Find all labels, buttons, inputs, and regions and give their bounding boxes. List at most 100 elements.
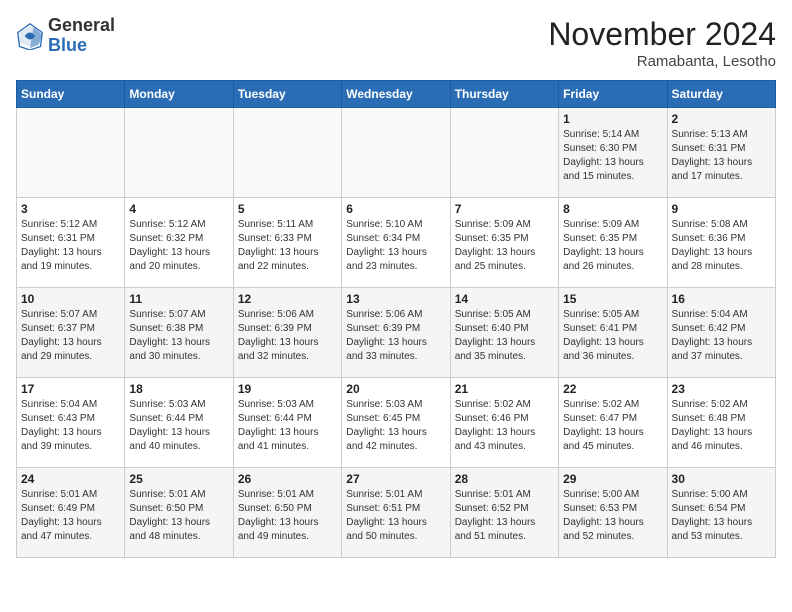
calendar-week-row: 10 Sunrise: 5:07 AM Sunset: 6:37 PM Dayli… [17,288,776,378]
day-number: 25 [129,472,228,486]
day-detail: Sunrise: 5:01 AM Sunset: 6:51 PM Dayligh… [346,488,445,544]
day-number: 5 [238,202,337,216]
calendar-cell: 11 Sunrise: 5:07 AM Sunset: 6:38 PM Dayli… [125,288,233,378]
day-detail: Sunrise: 5:08 AM Sunset: 6:36 PM Dayligh… [672,218,771,274]
day-number: 19 [238,382,337,396]
calendar-cell: 13 Sunrise: 5:06 AM Sunset: 6:39 PM Dayli… [342,288,450,378]
calendar-cell: 8 Sunrise: 5:09 AM Sunset: 6:35 PM Daylig… [559,198,667,288]
logo-icon [16,22,44,50]
calendar-cell [233,108,341,198]
day-detail: Sunrise: 5:06 AM Sunset: 6:39 PM Dayligh… [346,308,445,364]
day-number: 7 [455,202,554,216]
day-number: 2 [672,112,771,126]
calendar-cell: 20Sunrise: 5:03 AM Sunset: 6:45 PM Dayli… [342,378,450,468]
day-number: 30 [672,472,771,486]
calendar-cell: 10 Sunrise: 5:07 AM Sunset: 6:37 PM Dayli… [17,288,125,378]
calendar-table: SundayMondayTuesdayWednesdayThursdayFrid… [16,80,776,558]
calendar-cell [125,108,233,198]
calendar-cell [17,108,125,198]
calendar-cell: 22 Sunrise: 5:02 AM Sunset: 6:47 PM Dayli… [559,378,667,468]
day-header-friday: Friday [559,81,667,108]
calendar-cell: 5Sunrise: 5:11 AM Sunset: 6:33 PM Daylig… [233,198,341,288]
day-detail: Sunrise: 5:01 AM Sunset: 6:50 PM Dayligh… [129,488,228,544]
day-number: 11 [129,292,228,306]
calendar-cell: 2 Sunrise: 5:13 AM Sunset: 6:31 PM Daylig… [667,108,775,198]
day-detail: Sunrise: 5:00 AM Sunset: 6:53 PM Dayligh… [563,488,662,544]
day-number: 27 [346,472,445,486]
calendar-cell: 6 Sunrise: 5:10 AM Sunset: 6:34 PM Daylig… [342,198,450,288]
day-number: 13 [346,292,445,306]
calendar-cell: 1 Sunrise: 5:14 AM Sunset: 6:30 PM Daylig… [559,108,667,198]
calendar-cell: 18 Sunrise: 5:03 AM Sunset: 6:44 PM Dayli… [125,378,233,468]
day-detail: Sunrise: 5:03 AM Sunset: 6:44 PM Dayligh… [129,398,228,454]
calendar-cell: 4 Sunrise: 5:12 AM Sunset: 6:32 PM Daylig… [125,198,233,288]
day-detail: Sunrise: 5:00 AM Sunset: 6:54 PM Dayligh… [672,488,771,544]
calendar-cell: 7 Sunrise: 5:09 AM Sunset: 6:35 PM Daylig… [450,198,558,288]
calendar-week-row: 17 Sunrise: 5:04 AM Sunset: 6:43 PM Dayli… [17,378,776,468]
day-detail: Sunrise: 5:04 AM Sunset: 6:43 PM Dayligh… [21,398,120,454]
calendar-cell: 15Sunrise: 5:05 AM Sunset: 6:41 PM Dayli… [559,288,667,378]
day-detail: Sunrise: 5:09 AM Sunset: 6:35 PM Dayligh… [563,218,662,274]
day-header-saturday: Saturday [667,81,775,108]
calendar-cell: 16Sunrise: 5:04 AM Sunset: 6:42 PM Dayli… [667,288,775,378]
calendar-cell: 12Sunrise: 5:06 AM Sunset: 6:39 PM Dayli… [233,288,341,378]
calendar-cell: 27 Sunrise: 5:01 AM Sunset: 6:51 PM Dayli… [342,468,450,558]
day-detail: Sunrise: 5:03 AM Sunset: 6:45 PM Dayligh… [346,398,445,454]
day-detail: Sunrise: 5:01 AM Sunset: 6:49 PM Dayligh… [21,488,120,544]
day-number: 23 [672,382,771,396]
location: Ramabanta, Lesotho [548,53,776,70]
day-detail: Sunrise: 5:03 AM Sunset: 6:44 PM Dayligh… [238,398,337,454]
day-number: 24 [21,472,120,486]
day-number: 6 [346,202,445,216]
day-detail: Sunrise: 5:13 AM Sunset: 6:31 PM Dayligh… [672,128,771,184]
day-detail: Sunrise: 5:05 AM Sunset: 6:40 PM Dayligh… [455,308,554,364]
calendar-cell: 9Sunrise: 5:08 AM Sunset: 6:36 PM Daylig… [667,198,775,288]
day-detail: Sunrise: 5:02 AM Sunset: 6:47 PM Dayligh… [563,398,662,454]
day-number: 26 [238,472,337,486]
day-number: 22 [563,382,662,396]
month-title: November 2024 [548,16,776,53]
day-detail: Sunrise: 5:02 AM Sunset: 6:48 PM Dayligh… [672,398,771,454]
calendar-cell: 28 Sunrise: 5:01 AM Sunset: 6:52 PM Dayli… [450,468,558,558]
logo: General Blue [16,16,115,56]
day-detail: Sunrise: 5:09 AM Sunset: 6:35 PM Dayligh… [455,218,554,274]
calendar-cell: 30 Sunrise: 5:00 AM Sunset: 6:54 PM Dayli… [667,468,775,558]
day-detail: Sunrise: 5:10 AM Sunset: 6:34 PM Dayligh… [346,218,445,274]
day-number: 18 [129,382,228,396]
day-number: 17 [21,382,120,396]
calendar-cell: 3Sunrise: 5:12 AM Sunset: 6:31 PM Daylig… [17,198,125,288]
logo-text: General Blue [48,16,115,56]
day-detail: Sunrise: 5:05 AM Sunset: 6:41 PM Dayligh… [563,308,662,364]
title-section: November 2024 Ramabanta, Lesotho [548,16,776,70]
calendar-cell [450,108,558,198]
day-number: 28 [455,472,554,486]
day-header-monday: Monday [125,81,233,108]
day-header-thursday: Thursday [450,81,558,108]
calendar-cell: 17 Sunrise: 5:04 AM Sunset: 6:43 PM Dayli… [17,378,125,468]
calendar-cell: 14Sunrise: 5:05 AM Sunset: 6:40 PM Dayli… [450,288,558,378]
calendar-cell: 26 Sunrise: 5:01 AM Sunset: 6:50 PM Dayli… [233,468,341,558]
day-number: 12 [238,292,337,306]
day-detail: Sunrise: 5:07 AM Sunset: 6:37 PM Dayligh… [21,308,120,364]
page-header: General Blue November 2024 Ramabanta, Le… [16,16,776,70]
calendar-cell: 21Sunrise: 5:02 AM Sunset: 6:46 PM Dayli… [450,378,558,468]
calendar-cell: 29 Sunrise: 5:00 AM Sunset: 6:53 PM Dayli… [559,468,667,558]
day-header-tuesday: Tuesday [233,81,341,108]
day-detail: Sunrise: 5:01 AM Sunset: 6:50 PM Dayligh… [238,488,337,544]
day-number: 1 [563,112,662,126]
calendar-week-row: 3Sunrise: 5:12 AM Sunset: 6:31 PM Daylig… [17,198,776,288]
calendar-cell: 24 Sunrise: 5:01 AM Sunset: 6:49 PM Dayli… [17,468,125,558]
day-detail: Sunrise: 5:14 AM Sunset: 6:30 PM Dayligh… [563,128,662,184]
day-number: 10 [21,292,120,306]
day-header-wednesday: Wednesday [342,81,450,108]
day-number: 8 [563,202,662,216]
calendar-week-row: 1 Sunrise: 5:14 AM Sunset: 6:30 PM Daylig… [17,108,776,198]
day-detail: Sunrise: 5:01 AM Sunset: 6:52 PM Dayligh… [455,488,554,544]
day-detail: Sunrise: 5:07 AM Sunset: 6:38 PM Dayligh… [129,308,228,364]
day-number: 4 [129,202,228,216]
calendar-cell: 25 Sunrise: 5:01 AM Sunset: 6:50 PM Dayli… [125,468,233,558]
day-number: 29 [563,472,662,486]
day-detail: Sunrise: 5:12 AM Sunset: 6:32 PM Dayligh… [129,218,228,274]
day-header-sunday: Sunday [17,81,125,108]
day-number: 21 [455,382,554,396]
